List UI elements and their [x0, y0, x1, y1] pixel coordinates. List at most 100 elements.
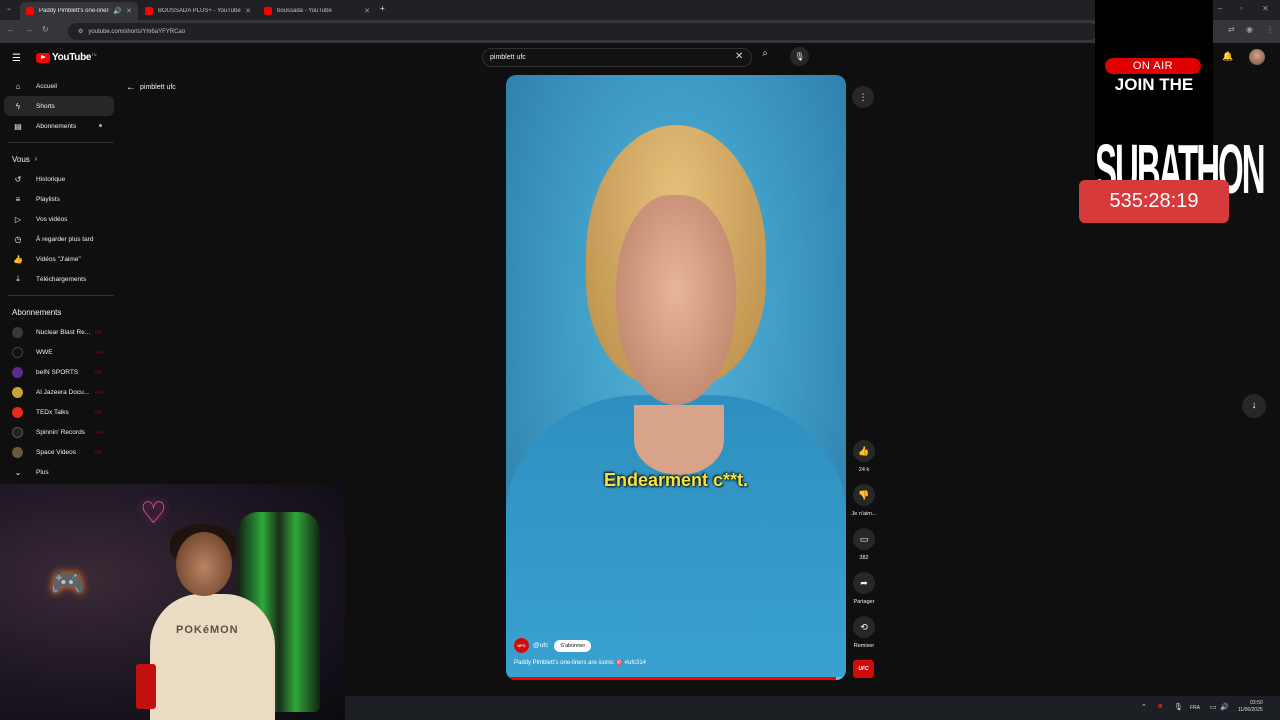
- sidebar-item-accueil[interactable]: ⌂ Accueil: [4, 76, 114, 96]
- more-options-icon[interactable]: ⋮: [852, 86, 874, 108]
- new-tab-button[interactable]: +: [380, 4, 385, 13]
- sidebar-item-vos-videos[interactable]: ▷ Vos vidéos: [4, 209, 114, 229]
- reload-icon[interactable]: ↻: [42, 25, 49, 34]
- subscription-item[interactable]: Space Videos ((•)): [4, 442, 114, 462]
- subscription-item[interactable]: WWE ((•)): [4, 342, 114, 362]
- tab-audio-icon[interactable]: 🔊: [113, 7, 122, 15]
- streamer-head: [176, 532, 232, 596]
- subathon-timer: 535:28:19: [1079, 180, 1229, 223]
- video-caption[interactable]: Paddy Pimblett's one-liners are iconic 🎯…: [514, 659, 646, 666]
- youtube-logo[interactable]: YouTube TN: [36, 52, 97, 63]
- channel-avatar[interactable]: UFC: [514, 638, 529, 653]
- notifications-bell-icon[interactable]: 🔔: [1222, 51, 1233, 62]
- voice-search-button[interactable]: 🎙: [790, 47, 809, 66]
- share-icon: ➦: [853, 572, 875, 594]
- hamburger-menu-icon[interactable]: ☰: [12, 53, 21, 64]
- system-taskbar: [345, 696, 1280, 720]
- sidebar-item-label: Abonnements: [36, 122, 77, 130]
- forward-arrow-icon[interactable]: →: [25, 25, 33, 34]
- audio-source-thumbnail[interactable]: UFC: [853, 660, 874, 678]
- sidebar-item-label: Accueil: [36, 82, 57, 90]
- sidebar-item-abonnements[interactable]: ▤ Abonnements: [4, 116, 114, 136]
- window-close-icon[interactable]: ✕: [1262, 4, 1269, 13]
- sidebar-section-vous[interactable]: Vous ›: [4, 149, 114, 169]
- tab-title: Paddy Pimblett's one-liners: [39, 8, 110, 14]
- subscription-item[interactable]: beIN SPORTS ((•)): [4, 362, 114, 382]
- video-progress-fill: [506, 677, 836, 680]
- video-subtitle: Endearment c**t.: [603, 470, 749, 490]
- subscription-item[interactable]: Al Jazeera Docu... ((•)): [4, 382, 114, 402]
- subscription-item[interactable]: Spinnin' Records ((•)): [4, 422, 114, 442]
- sidebar-item-videos-jaime[interactable]: 👍 Vidéos "J'aime": [4, 249, 114, 269]
- your-videos-icon: ▷: [14, 214, 22, 224]
- maximize-icon[interactable]: ▫: [1240, 4, 1243, 13]
- sidebar-item-telechargements[interactable]: ⤓ Téléchargements: [4, 269, 114, 289]
- tray-app-icon[interactable]: ■: [1158, 703, 1162, 710]
- tab-title: boussada - YouTube: [277, 8, 332, 14]
- logo-country-code: TN: [91, 52, 97, 57]
- tab-search-chevron-icon[interactable]: ⌄: [6, 4, 12, 12]
- browser-tab-bar: ⌄ Paddy Pimblett's one-liners 🔊 ✕ BOUSSA…: [0, 0, 1280, 20]
- red-cup: [136, 664, 156, 709]
- clear-search-icon[interactable]: ✕: [735, 51, 743, 62]
- sidebar-item-playlists[interactable]: ≡ Playlists: [4, 189, 114, 209]
- thumbs-up-icon: 👍: [853, 440, 875, 462]
- back-arrow-icon[interactable]: ←: [7, 25, 15, 34]
- next-short-button[interactable]: ↓: [1242, 394, 1266, 418]
- subathon-text: SUBATHON: [1095, 129, 1266, 208]
- share-button[interactable]: ➦ Partager: [846, 572, 882, 605]
- youtube-favicon-icon: [264, 7, 272, 15]
- subscription-item[interactable]: Nuclear Blast Re... ((•)): [4, 322, 114, 342]
- dislike-button[interactable]: 👎 Je n'aim...: [846, 484, 882, 517]
- tab-boussada-plus[interactable]: BOUSSADA PLUS+ - YouTube ✕: [139, 2, 257, 20]
- tab-boussada[interactable]: boussada - YouTube ✕: [258, 2, 376, 20]
- new-content-dot: [99, 124, 102, 127]
- tray-network-icon[interactable]: ▭: [1210, 703, 1217, 711]
- chevron-right-icon: ›: [34, 155, 38, 163]
- back-to-search[interactable]: ← pimblett ufc: [126, 82, 176, 93]
- tray-language[interactable]: FRA: [1190, 705, 1200, 711]
- subscription-item[interactable]: TEDx Talks ((•)): [4, 402, 114, 422]
- tab-close-icon[interactable]: ✕: [126, 7, 132, 15]
- section-title: Vous: [12, 154, 30, 164]
- sidebar-item-shorts[interactable]: ϟ Shorts: [4, 96, 114, 116]
- remix-button[interactable]: ⟲ Remixer: [846, 616, 882, 649]
- liked-videos-icon: 👍: [13, 254, 23, 264]
- share-label: Partager: [853, 599, 875, 605]
- channel-name: Al Jazeera Docu...: [36, 388, 90, 396]
- site-info-icon[interactable]: ⚙: [78, 28, 83, 35]
- address-bar[interactable]: ⚙ youtube.com/shorts/Ym6aYFYRCao: [68, 23, 1098, 40]
- live-indicator-icon: ((•)): [95, 389, 102, 394]
- dislike-label: Je n'aim...: [851, 511, 877, 517]
- profile-icon[interactable]: ◉: [1246, 25, 1253, 34]
- subscriptions-icon: ▤: [14, 121, 22, 131]
- minimize-icon[interactable]: –: [1218, 4, 1222, 13]
- thumbs-down-icon: 👎: [853, 484, 875, 506]
- sidebar-item-historique[interactable]: ↺ Historique: [4, 169, 114, 189]
- comments-button[interactable]: ▭ 382: [846, 528, 882, 561]
- comment-count: 382: [859, 555, 869, 561]
- sidebar-item-label: Vos vidéos: [36, 215, 68, 223]
- user-avatar[interactable]: [1249, 49, 1265, 65]
- tab-close-icon[interactable]: ✕: [245, 7, 251, 15]
- video-progress-bar[interactable]: [506, 677, 846, 680]
- channel-avatar: [12, 426, 23, 438]
- video-frame-neck: [634, 405, 724, 475]
- subscribe-button[interactable]: S'abonner: [554, 639, 592, 652]
- search-input[interactable]: pimblett ufc: [482, 48, 752, 67]
- cast-icon[interactable]: ⇄: [1228, 25, 1235, 34]
- channel-handle[interactable]: @ufc: [533, 642, 548, 649]
- tab-paddy-pimblett[interactable]: Paddy Pimblett's one-liners 🔊 ✕: [20, 2, 138, 20]
- browser-menu-icon[interactable]: ⋮: [1266, 25, 1274, 34]
- tray-volume-icon[interactable]: 🔊: [1220, 703, 1229, 711]
- sidebar-more-button[interactable]: ⌄ Plus: [4, 462, 114, 482]
- search-button[interactable]: ⌕: [753, 48, 777, 66]
- tab-close-icon[interactable]: ✕: [364, 7, 370, 15]
- tray-mic-icon[interactable]: 🎙: [1174, 703, 1183, 711]
- channel-name: Spinnin' Records: [36, 428, 85, 436]
- like-button[interactable]: 👍 24 k: [846, 440, 882, 473]
- tray-chevron-up-icon[interactable]: ⌃: [1141, 703, 1147, 711]
- system-clock[interactable]: 03:50 11/06/2025: [1238, 700, 1263, 714]
- sidebar-item-a-regarder-plus-tard[interactable]: ◷ À regarder plus tard: [4, 229, 114, 249]
- shorts-player[interactable]: Endearment c**t. UFC @ufc S'abonner Padd…: [506, 75, 846, 680]
